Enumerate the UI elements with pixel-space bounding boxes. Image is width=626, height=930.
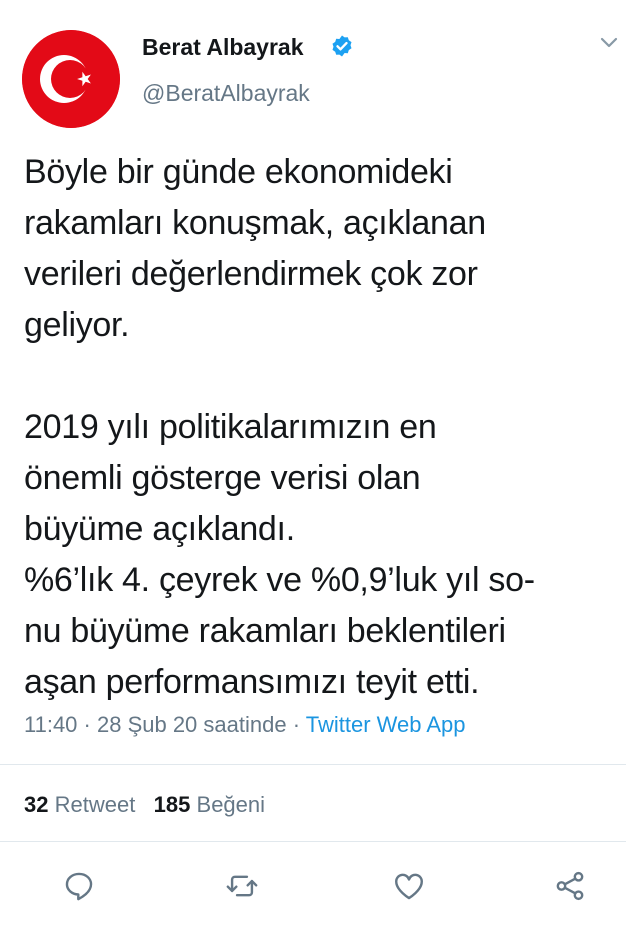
divider [0, 841, 626, 842]
chevron-down-icon[interactable] [600, 36, 618, 50]
retweets-stat[interactable]: 32 Retweet [24, 792, 135, 817]
avatar[interactable] [22, 30, 120, 128]
retweet-label: Retweet [54, 792, 136, 817]
share-icon [556, 871, 584, 901]
verified-badge-icon [332, 35, 352, 57]
retweet-count: 32 [24, 792, 49, 817]
tweet-time: 11:40 [24, 712, 78, 737]
meta-separator: · [77, 712, 97, 737]
tweet-meta: 11:40 · 28 Şub 20 saatinde · Twitter Web… [24, 710, 466, 740]
like-icon [395, 873, 423, 900]
engagement-stats: 32 Retweet 185 Beğeni [24, 791, 265, 819]
likes-stat[interactable]: 185 Beğeni [154, 792, 265, 817]
turkish-flag-icon [22, 30, 120, 128]
display-name[interactable]: Berat Albayrak [142, 33, 304, 61]
share-button[interactable] [553, 869, 587, 903]
like-label: Beğeni [196, 792, 266, 817]
like-button[interactable] [392, 869, 426, 903]
retweet-button[interactable] [225, 869, 259, 903]
reply-icon [65, 872, 93, 901]
tweet-text: Böyle bir günde ekonomideki rakamları ko… [24, 153, 535, 701]
tweet-source-link[interactable]: Twitter Web App [306, 712, 466, 737]
tweet-date[interactable]: 28 Şub 20 saatinde [97, 712, 287, 737]
divider [0, 764, 626, 765]
meta-separator: · [286, 712, 306, 737]
user-handle[interactable]: @BeratAlbayrak [142, 79, 310, 107]
retweet-icon [226, 875, 258, 897]
reply-button[interactable] [62, 869, 96, 903]
like-count: 185 [153, 792, 191, 817]
